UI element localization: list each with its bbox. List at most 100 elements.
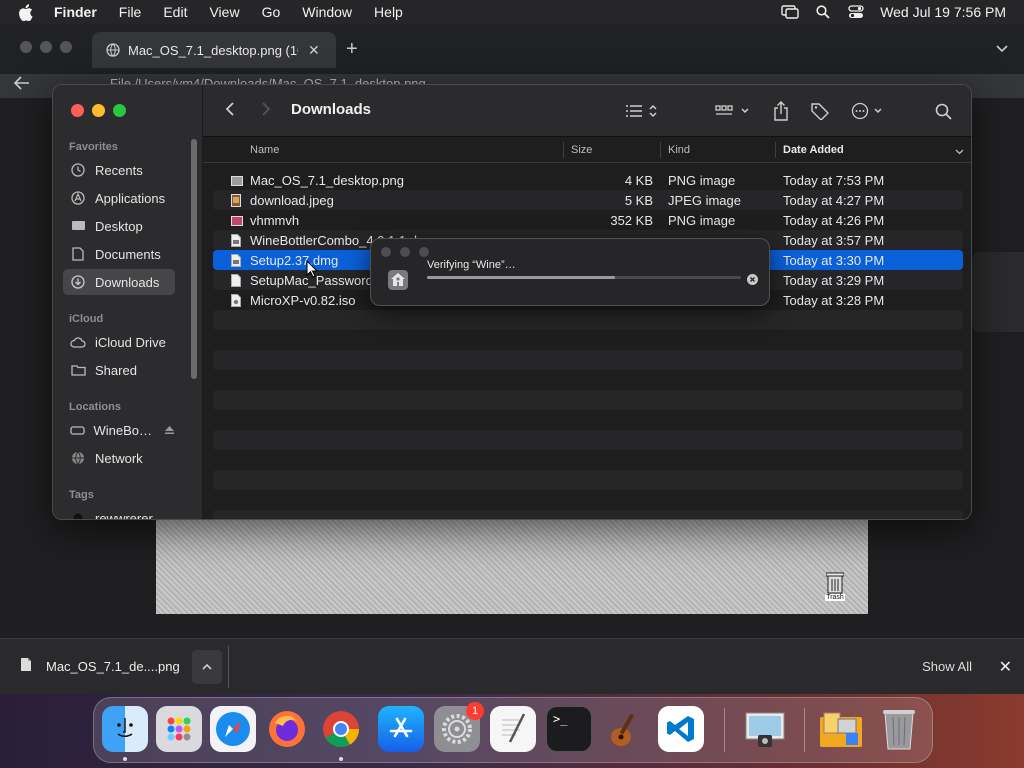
- tag-icon: [811, 103, 829, 120]
- sidebar-item-tag[interactable]: rewwrerer: [63, 505, 175, 519]
- dock-preview[interactable]: [742, 706, 788, 752]
- chrome-icon: [323, 711, 359, 748]
- group-button[interactable]: [715, 100, 751, 122]
- dock-firefox[interactable]: [264, 706, 310, 752]
- sidebar-item-recents[interactable]: Recents: [63, 157, 175, 183]
- dock-chrome[interactable]: [318, 706, 364, 752]
- sidebar-item-desktop[interactable]: Desktop: [63, 213, 175, 239]
- forward-button[interactable]: [261, 101, 271, 122]
- cancel-verify-icon[interactable]: [747, 272, 758, 285]
- png-file-icon: [231, 214, 243, 227]
- dock-vscode[interactable]: [658, 706, 704, 752]
- column-date-added[interactable]: Date Added: [783, 144, 844, 156]
- spotlight-search-icon[interactable]: [814, 4, 832, 20]
- sidebar-item-label: WineBo…: [93, 422, 152, 438]
- disk-image-icon: [231, 254, 242, 267]
- minimize-window-button[interactable]: [92, 104, 105, 117]
- dock-instruments[interactable]: [602, 706, 648, 752]
- dock-app-store[interactable]: [378, 706, 424, 752]
- file-size: 352 KB: [610, 213, 653, 228]
- column-divider[interactable]: [563, 142, 564, 158]
- globe-icon: [106, 43, 120, 57]
- back-arrow-icon[interactable]: [13, 76, 30, 95]
- dock-finder[interactable]: [102, 706, 148, 752]
- sidebar-item-icloud-drive[interactable]: iCloud Drive: [63, 329, 175, 355]
- new-tab-icon[interactable]: +: [346, 38, 358, 61]
- dock-launchpad[interactable]: [156, 706, 202, 752]
- column-divider[interactable]: [660, 142, 661, 158]
- dock-system-settings[interactable]: 1: [434, 702, 484, 752]
- sidebar-section-favorites: Favorites: [69, 141, 118, 153]
- eject-icon[interactable]: [164, 423, 175, 438]
- download-options-button[interactable]: [192, 649, 222, 684]
- dock-textedit[interactable]: [490, 706, 536, 752]
- file-list: Mac_OS_7.1_desktop.png 4 KB PNG image To…: [213, 170, 963, 519]
- column-kind[interactable]: Kind: [668, 144, 690, 156]
- sort-chevron-icon[interactable]: [955, 146, 964, 158]
- menu-window[interactable]: Window: [302, 4, 352, 20]
- clock-icon: [69, 163, 87, 177]
- jpeg-file-icon: [231, 194, 242, 207]
- sidebar-item-label: Recents: [95, 162, 143, 178]
- dock-terminal[interactable]: >_: [546, 706, 592, 752]
- back-button[interactable]: [225, 101, 235, 122]
- menu-file[interactable]: File: [119, 4, 142, 20]
- browser-side-panel: [972, 252, 1024, 332]
- terminal-prompt-icon: >_: [553, 712, 568, 726]
- disk-icon: [69, 423, 85, 437]
- window-controls: [71, 104, 134, 117]
- dock-safari[interactable]: [210, 706, 256, 752]
- browser-tab[interactable]: Mac_OS_7.1_desktop.png (10… ✕: [92, 32, 336, 68]
- file-date-added: Today at 3:30 PM: [783, 253, 885, 268]
- table-row[interactable]: download.jpeg 5 KB JPEG image Today at 4…: [213, 190, 963, 210]
- sidebar-section-tags: Tags: [69, 489, 94, 501]
- sidebar-item-shared[interactable]: Shared: [63, 357, 175, 383]
- chevron-down-icon[interactable]: [996, 40, 1008, 58]
- sidebar-item-winebottler-disk[interactable]: WineBo…: [63, 417, 175, 443]
- file-kind: JPEG image: [668, 193, 741, 208]
- menu-app-name[interactable]: Finder: [54, 4, 97, 20]
- menu-edit[interactable]: Edit: [163, 4, 187, 20]
- sidebar-item-network[interactable]: Network: [63, 445, 175, 471]
- finder-toolbar: Downloads: [203, 85, 971, 137]
- textedit-icon: [502, 713, 526, 743]
- file-size: 5 KB: [624, 193, 653, 208]
- column-divider[interactable]: [775, 142, 776, 158]
- empty-row: [213, 510, 963, 519]
- browser-window-controls[interactable]: [20, 40, 80, 58]
- sidebar-item-label: Applications: [95, 190, 166, 206]
- zoom-window-button[interactable]: [113, 104, 126, 117]
- window-title: Downloads: [291, 101, 372, 118]
- sidebar-item-documents[interactable]: Documents: [63, 241, 175, 267]
- divider: [228, 645, 229, 688]
- close-tab-icon[interactable]: ✕: [308, 42, 320, 59]
- column-size[interactable]: Size: [571, 144, 592, 156]
- chevron-up-icon: [202, 663, 212, 670]
- action-button[interactable]: [851, 100, 887, 122]
- share-button[interactable]: [773, 100, 789, 122]
- tag-button[interactable]: [811, 100, 829, 122]
- menu-go[interactable]: Go: [262, 4, 281, 20]
- menu-view[interactable]: View: [209, 4, 239, 20]
- dock-downloads-stack[interactable]: [818, 706, 864, 752]
- screen-mirroring-icon[interactable]: [781, 4, 799, 20]
- download-file-name[interactable]: Mac_OS_7.1_de....png: [46, 659, 186, 674]
- search-button[interactable]: [935, 100, 952, 122]
- sidebar-item-downloads[interactable]: Downloads: [63, 269, 175, 295]
- view-options-button[interactable]: [625, 100, 659, 122]
- table-row[interactable]: vhmmvh 352 KB PNG image Today at 4:26 PM: [213, 210, 963, 230]
- apple-menu-icon[interactable]: [18, 3, 40, 21]
- column-header: Name Size Kind Date Added: [203, 137, 971, 163]
- table-row[interactable]: Mac_OS_7.1_desktop.png 4 KB PNG image To…: [213, 170, 963, 190]
- show-all-button[interactable]: Show All: [922, 659, 972, 674]
- dock-trash[interactable]: [876, 706, 922, 752]
- control-center-icon[interactable]: [847, 4, 865, 20]
- column-name[interactable]: Name: [250, 144, 279, 156]
- close-window-button[interactable]: [71, 104, 84, 117]
- menu-bar-clock[interactable]: Wed Jul 19 7:56 PM: [880, 4, 1006, 20]
- sidebar-item-applications[interactable]: Applications: [63, 185, 175, 211]
- sidebar-scrollbar[interactable]: [191, 139, 197, 379]
- close-download-bar-icon[interactable]: ✕: [999, 657, 1012, 677]
- menu-help[interactable]: Help: [374, 4, 403, 20]
- disk-image-icon: [231, 234, 242, 247]
